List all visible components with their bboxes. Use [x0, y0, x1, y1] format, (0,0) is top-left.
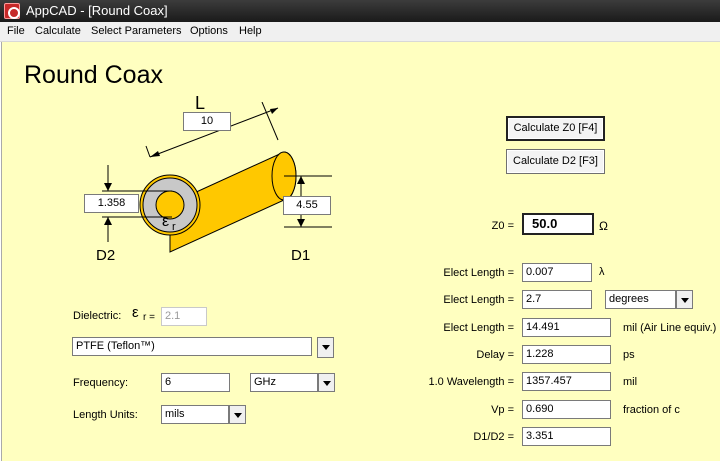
lambda-unit: λ: [599, 266, 605, 278]
menu-options[interactable]: Options: [190, 25, 228, 37]
window-title: AppCAD - [Round Coax]: [26, 3, 168, 18]
d1-input[interactable]: 4.55: [283, 196, 331, 215]
wavelength-label: 1.0 Wavelength =: [428, 376, 514, 388]
diameter-ratio-output: 3.351: [522, 427, 611, 446]
inner-conductor-face: [155, 190, 185, 220]
z0-output: 50.0: [522, 213, 594, 235]
length-units-select[interactable]: mils: [161, 405, 229, 424]
vp-unit: fraction of c: [623, 404, 680, 416]
d2-input[interactable]: 1.358: [84, 194, 139, 213]
frequency-label: Frequency:: [73, 377, 129, 389]
vp-output: 0.690: [522, 400, 611, 419]
er-suffix: r =: [143, 312, 155, 323]
dielectric-select[interactable]: PTFE (Teflon™): [72, 337, 312, 356]
length-units-label: Length Units:: [73, 409, 138, 421]
app-icon[interactable]: [4, 3, 20, 19]
dielectric-label: Dielectric:: [73, 310, 122, 322]
epsilon-subscript: r: [172, 221, 176, 233]
delay-unit: ps: [623, 349, 635, 361]
delay-label: Delay =: [476, 349, 514, 361]
elect-length-degrees-output: 2.7: [522, 290, 592, 309]
title-bar: AppCAD - [Round Coax]: [0, 0, 720, 22]
wavelength-unit: mil: [623, 376, 638, 388]
menu-calculate[interactable]: Calculate: [35, 25, 81, 37]
z0-unit: Ω: [599, 219, 608, 233]
dielectric-dropdown-arrow-icon[interactable]: [317, 337, 334, 358]
calculate-d2-button[interactable]: Calculate D2 [F3]: [506, 149, 605, 174]
length-units-dropdown-arrow-icon[interactable]: [229, 405, 246, 424]
calculate-z0-button[interactable]: Calculate Z0 [F4]: [506, 116, 605, 141]
angle-unit-select[interactable]: degrees: [605, 290, 676, 309]
er-symbol: ε: [132, 304, 139, 321]
coax-diagram: L 10 1.358 4.55 ε r D2 D1: [72, 93, 352, 280]
elect-length-mil-label: Elect Length =: [443, 322, 514, 334]
page-title: Round Coax: [24, 61, 163, 89]
elect-length-mil-unit: mil (Air Line equiv.): [623, 322, 717, 334]
elect-length-wavelength-output: 0.007: [522, 263, 592, 282]
z0-label: Z0 =: [491, 220, 514, 232]
vp-label: Vp =: [491, 404, 514, 416]
menu-select-parameters[interactable]: Select Parameters: [91, 25, 181, 37]
d2-label: D2: [96, 247, 116, 264]
menu-help[interactable]: Help: [239, 25, 262, 37]
diameter-ratio-label: D1/D2 =: [473, 431, 514, 443]
frequency-unit-select[interactable]: GHz: [250, 373, 318, 392]
length-input[interactable]: 10: [183, 112, 231, 131]
elect-length-mil-output: 14.491: [522, 318, 611, 337]
frequency-unit-dropdown-arrow-icon[interactable]: [318, 373, 335, 392]
client-area: Round Coax L 10 1.358 4.55 ε r D2 D1 Cal…: [1, 42, 720, 461]
angle-unit-dropdown-arrow-icon[interactable]: [676, 290, 693, 309]
elect-length-degrees-label: Elect Length =: [443, 294, 514, 306]
length-label: L: [195, 93, 206, 113]
menu-file[interactable]: File: [7, 25, 25, 37]
er-input[interactable]: 2.1: [161, 307, 207, 326]
epsilon-symbol: ε: [162, 213, 170, 230]
menu-bar: File Calculate Select Parameters Options…: [0, 22, 720, 42]
wavelength-output: 1357.457: [522, 372, 611, 391]
delay-output: 1.228: [522, 345, 611, 364]
elect-length-wavelength-label: Elect Length =: [443, 267, 514, 279]
frequency-input[interactable]: 6: [161, 373, 230, 392]
d1-label: D1: [291, 247, 311, 264]
